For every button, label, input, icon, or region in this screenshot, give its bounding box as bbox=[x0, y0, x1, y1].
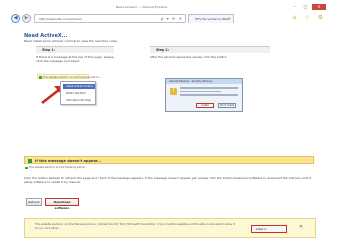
back-button[interactable]: ◀ bbox=[11, 14, 20, 23]
page-subtitle: Need install some ActiveX controls to vi… bbox=[24, 39, 119, 43]
infobar-example-text: This website wants to run the following … bbox=[43, 75, 102, 79]
dialog-body-text bbox=[180, 87, 238, 98]
step1-heading: Step 1: bbox=[36, 46, 114, 53]
infobar-example-2-text: This website wants to run the following … bbox=[29, 166, 88, 169]
notification-close-icon[interactable]: ✕ bbox=[299, 224, 303, 230]
download-software-button[interactable]: Download software bbox=[45, 198, 79, 210]
warning-bullet-icon bbox=[28, 158, 32, 163]
step1-description: If there is a message at the top of this… bbox=[36, 55, 114, 64]
address-url[interactable]: http://www.site.com/activex/ bbox=[39, 17, 82, 21]
instructions-text: Click the button Refresh to refresh this… bbox=[24, 176, 312, 185]
close-window-button[interactable]: ✕ bbox=[312, 4, 326, 10]
infobar-example-2: This website wants to run the following … bbox=[24, 166, 87, 170]
tab-close-icon[interactable]: ✕ bbox=[228, 16, 231, 21]
shield-icon bbox=[25, 166, 28, 169]
minimize-button[interactable]: – bbox=[290, 4, 299, 10]
address-actions-icon[interactable]: ρ ▾ ⟳ ✕ bbox=[161, 16, 183, 21]
browser-tab[interactable]: IPTV Surveillance Web ✕ bbox=[188, 14, 234, 23]
browser-toolbar: ◀ ▶ http://www.site.com/activex/ ρ ▾ ⟳ ✕… bbox=[8, 13, 330, 25]
refresh-button[interactable]: Refresh bbox=[26, 198, 42, 206]
title-bar: Need Activex? — Internet Explorer – □ ✕ bbox=[8, 4, 330, 12]
context-menu: Install ActiveX Control... What's the Ri… bbox=[60, 81, 96, 105]
address-bar[interactable]: http://www.site.com/activex/ ρ ▾ ⟳ ✕ bbox=[34, 14, 186, 23]
menu-item-install-activex[interactable]: Install ActiveX Control... bbox=[63, 84, 95, 89]
window-title: Need Activex? — Internet Explorer bbox=[116, 5, 168, 9]
dialog-dont-install-button[interactable]: Don't Install bbox=[218, 103, 236, 108]
maximize-button[interactable]: □ bbox=[301, 4, 310, 10]
notification-text: This website wants to run the following … bbox=[35, 223, 235, 230]
shield-icon bbox=[39, 76, 42, 79]
warning-text: If this message doesn't appear... bbox=[35, 158, 102, 163]
dialog-title: Internet Explorer - Security Warning bbox=[166, 79, 242, 84]
warning-icon: ! bbox=[170, 88, 177, 95]
toolbar-tools-icon[interactable]: ⌂ ☆ ⚙ bbox=[293, 14, 326, 21]
menu-item-whats-the-risk[interactable]: What's the Risk? bbox=[63, 91, 95, 96]
warning-bar: If this message doesn't appear... bbox=[24, 156, 314, 164]
notification-allow-button[interactable]: Allow ▾ bbox=[251, 225, 287, 233]
notification-bar: This website wants to run the following … bbox=[24, 218, 316, 238]
infobar-example: This website wants to run the following … bbox=[37, 74, 101, 79]
forward-button[interactable]: ▶ bbox=[22, 14, 31, 23]
step2-description: After the window appeared, please click … bbox=[150, 55, 227, 59]
step2-heading: Step 2: bbox=[150, 46, 270, 53]
security-warning-dialog: Internet Explorer - Security Warning ! I… bbox=[165, 78, 243, 112]
tab-label: IPTV Surveillance Web bbox=[195, 17, 229, 21]
menu-item-infobar-help[interactable]: Information Bar Help bbox=[63, 98, 95, 103]
dialog-install-button[interactable]: Install bbox=[196, 103, 214, 108]
